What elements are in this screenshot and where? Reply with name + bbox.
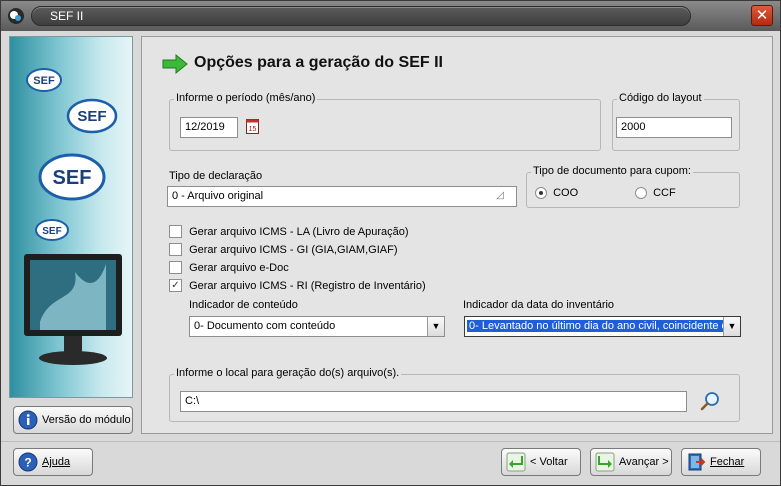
sef-logo-large: SEF [38,153,106,201]
title-bar[interactable]: SEF II ✕ [1,1,780,31]
checkbox-edoc-label: Gerar arquivo e-Doc [189,261,289,274]
main-window: SEF II ✕ SEF SEF SEF SEF Versão do módul… [0,0,781,486]
declaration-type-select[interactable]: 0 - Arquivo original ◿ [167,186,517,207]
layout-code-value: 2000 [621,121,646,133]
output-path-input[interactable]: C:\ [180,391,687,412]
back-button-label: < Voltar [530,456,568,468]
declaration-type-label: Tipo de declaração [169,170,263,182]
exit-door-icon [688,453,706,471]
checkbox-icms-ri-box[interactable]: ✓ [169,279,182,292]
close-button[interactable]: Fechar [681,448,761,476]
radio-ccf[interactable]: CCF [635,187,676,200]
radio-coo[interactable]: COO [535,187,579,200]
title-pill: SEF II [31,6,691,26]
inventory-date-indicator-select[interactable]: 0- Levantado no último dia do ano civil,… [464,316,741,337]
close-icon: ✕ [755,7,769,24]
checkbox-edoc[interactable]: Gerar arquivo e-Doc [169,261,289,277]
close-window-button[interactable]: ✕ [751,5,773,26]
window-title: SEF II [50,9,84,23]
next-button-label: Avançar > [619,456,669,468]
sef-logo-text: SEF [33,75,55,87]
options-panel: Opções para a geração do SEF II Informe … [141,36,773,434]
help-icon: ? [18,452,38,472]
monitor-illustration [24,254,122,365]
period-group-label: Informe o período (mês/ano) [174,92,318,104]
coupon-doc-group-label: Tipo de documento para cupom: [531,165,693,177]
coupon-doc-group: Tipo de documento para cupom: COO CCF [526,165,740,208]
footer-separator [1,441,780,442]
chevron-down-icon[interactable]: ▼ [723,317,740,336]
module-version-label: Versão do módulo [42,414,131,426]
checkbox-edoc-box[interactable] [169,261,182,274]
content-indicator-value: 0- Documento com conteúdo [194,320,336,332]
checkbox-icms-la-label: Gerar arquivo ICMS - LA (Livro de Apuraç… [189,225,409,238]
checkbox-icms-ri[interactable]: ✓ Gerar arquivo ICMS - RI (Registro de I… [169,279,426,295]
calendar-icon[interactable]: 15 [246,119,259,134]
period-input[interactable]: 12/2019 [180,117,238,138]
radio-ccf-indicator[interactable] [635,187,647,200]
app-icon [8,8,24,24]
content-indicator-label: Indicador de conteúdo [189,299,298,311]
radio-coo-label: COO [553,187,579,200]
chevron-down-icon[interactable]: ▼ [427,317,444,336]
sef-logo-tiny: SEF [35,219,69,241]
output-path-value: C:\ [185,395,200,407]
next-button[interactable]: Avançar > [590,448,672,476]
help-button[interactable]: ? Ajuda [13,448,93,476]
module-version-button[interactable]: Versão do módulo [13,406,133,434]
declaration-type-value: 0 - Arquivo original [172,190,264,202]
svg-text:?: ? [24,456,31,470]
search-icon[interactable] [700,391,720,411]
inventory-date-indicator-value: 0- Levantado no último dia do ano civil,… [467,320,730,332]
checkbox-icms-la[interactable]: Gerar arquivo ICMS - LA (Livro de Apuraç… [169,225,409,241]
sef-logo-text: SEF [77,108,106,125]
layout-code-input[interactable]: 2000 [616,117,732,138]
checkbox-icms-la-box[interactable] [169,225,182,238]
left-banner: SEF SEF SEF SEF [9,36,133,398]
close-button-label: Fechar [710,456,745,468]
next-arrow-icon [595,452,615,472]
radio-coo-indicator[interactable] [535,187,547,200]
back-button[interactable]: < Voltar [501,448,581,476]
inventory-date-indicator-label: Indicador da data do inventário [463,299,615,311]
calendar-icon-text: 15 [249,126,257,133]
period-group: Informe o período (mês/ano) 12/2019 15 [169,92,601,151]
layout-group-label: Código do layout [617,92,704,104]
back-arrow-icon [506,452,526,472]
sef-logo-medium: SEF [66,98,118,134]
page-title: Opções para a geração do SEF II [194,54,443,71]
checkbox-icms-gi[interactable]: Gerar arquivo ICMS - GI (GIA,GIAM,GIAF) [169,243,397,259]
dropdown-grip-icon: ◿ [496,190,504,201]
checkbox-icms-gi-box[interactable] [169,243,182,256]
info-icon [18,410,38,430]
help-button-label: Ajuda [42,456,71,468]
content-indicator-select[interactable]: 0- Documento com conteúdo ▼ [189,316,445,337]
radio-ccf-label: CCF [653,187,676,200]
checkbox-icms-gi-label: Gerar arquivo ICMS - GI (GIA,GIAM,GIAF) [189,243,398,256]
output-location-group: Informe o local para geração do(s) arqui… [169,367,740,422]
sef-logo-text: SEF [42,226,61,237]
layout-group: Código do layout 2000 [612,92,740,151]
arrow-right-icon [162,54,188,74]
output-location-group-label: Informe o local para geração do(s) arqui… [174,367,402,379]
sef-logo-text: SEF [53,167,92,189]
checkbox-icms-ri-label: Gerar arquivo ICMS - RI (Registro de Inv… [189,279,426,292]
period-value: 12/2019 [185,121,225,133]
sef-logo-small: SEF [26,68,62,92]
